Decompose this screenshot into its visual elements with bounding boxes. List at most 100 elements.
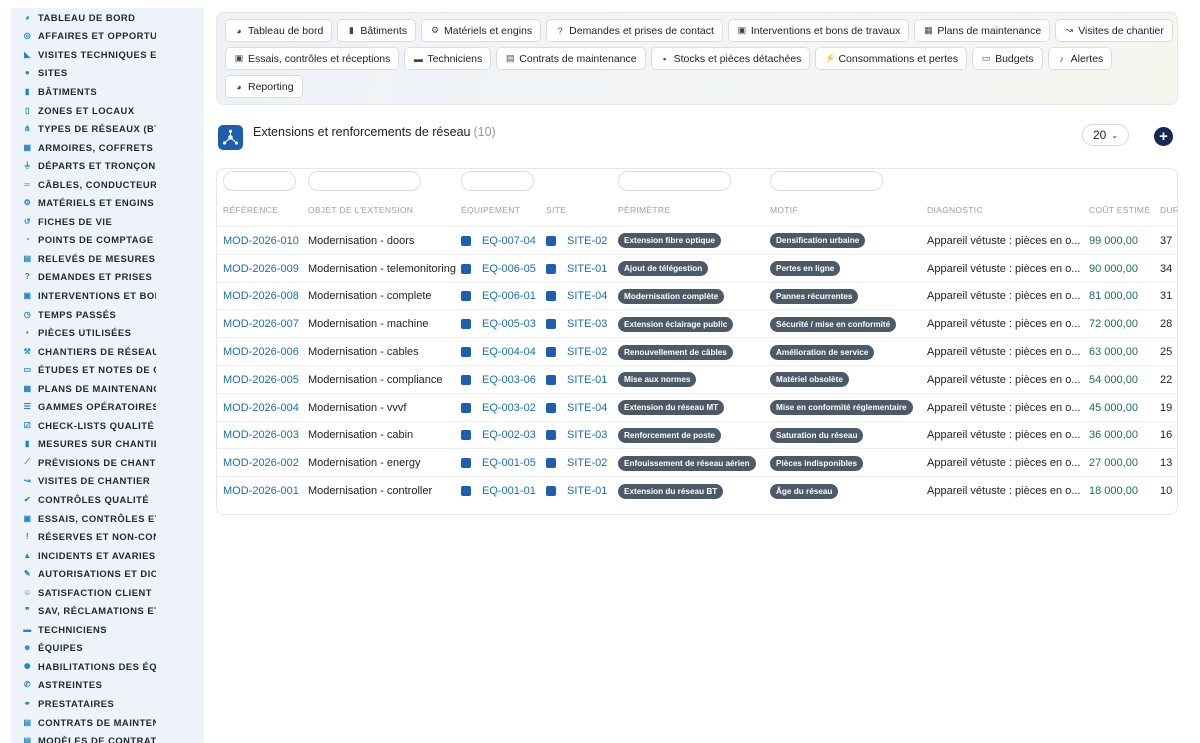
module-nav-button[interactable]: ⚡ Consommations et pertes xyxy=(815,47,968,70)
sidebar-item[interactable]: ▯ ZONES ET LOCAUX xyxy=(11,101,204,120)
filter-reference-input[interactable] xyxy=(223,171,296,191)
table-row[interactable]: MOD-2026-004 Modernisation - vvvf EQ-003-0… xyxy=(217,392,1177,422)
sidebar-item[interactable]: ▦ PLANS DE MAINTENANCE xyxy=(11,379,204,398)
site-value[interactable]: SITE-01 xyxy=(567,485,607,497)
reference-value[interactable]: MOD-2026-002 xyxy=(223,457,299,469)
add-record-button[interactable]: + xyxy=(1154,127,1173,146)
sidebar-item[interactable]: ▮ BÂTIMENTS xyxy=(11,82,204,101)
cell-equipement[interactable]: EQ-002-03 xyxy=(461,422,546,450)
cell-reference[interactable]: MOD-2026-006 xyxy=(223,338,303,366)
sidebar-item[interactable]: ⋔ TYPES DE RÉSEAUX (BT / HTA) xyxy=(11,119,204,138)
reference-value[interactable]: MOD-2026-009 xyxy=(223,263,299,275)
col-reference[interactable]: RÉFÉRENCE xyxy=(223,205,278,215)
filter-equipement-input[interactable] xyxy=(461,171,534,191)
site-value[interactable]: SITE-03 xyxy=(567,318,607,330)
cell-site[interactable]: SITE-03 xyxy=(546,310,616,338)
site-value[interactable]: SITE-04 xyxy=(567,290,607,302)
cell-site[interactable]: SITE-02 xyxy=(546,227,616,255)
sidebar-item[interactable]: ⏚ DÉPARTS ET TRONÇONS xyxy=(11,156,204,175)
sidebar-item[interactable]: ● SITES xyxy=(11,64,204,83)
cell-equipement[interactable]: EQ-003-02 xyxy=(461,394,546,422)
sidebar-item[interactable]: ▤ CONTRATS DE MAINTENANCE xyxy=(11,713,204,732)
reference-value[interactable]: MOD-2026-008 xyxy=(223,290,299,302)
cell-equipement[interactable]: EQ-001-01 xyxy=(461,477,546,505)
cell-equipement[interactable]: EQ-006-01 xyxy=(461,283,546,311)
sidebar-item[interactable]: ▲ INCIDENTS ET AVARIES xyxy=(11,546,204,565)
col-equipement[interactable]: ÉQUIPEMENT xyxy=(461,205,520,215)
table-row[interactable]: MOD-2026-006 Modernisation - cables EQ-004… xyxy=(217,337,1177,365)
module-nav-button[interactable]: ↝ Visites de chantier xyxy=(1055,19,1173,42)
sidebar-item[interactable]: ✔ CONTRÔLES QUALITÉ xyxy=(11,490,204,509)
module-nav-button[interactable]: ▬ Techniciens xyxy=(404,47,492,70)
cell-site[interactable]: SITE-04 xyxy=(546,283,616,311)
sidebar-item[interactable]: ⟋ PRÉVISIONS DE CHANTIER xyxy=(11,453,204,472)
sidebar-item[interactable]: ! RÉSERVES ET NON-CONFORMITÉS xyxy=(11,527,204,546)
reference-value[interactable]: MOD-2026-007 xyxy=(223,318,299,330)
sidebar-item[interactable]: ▭ ÉTUDES ET NOTES DE CALCUL xyxy=(11,360,204,379)
site-value[interactable]: SITE-02 xyxy=(567,457,607,469)
cell-equipement[interactable]: EQ-006-05 xyxy=(461,255,546,283)
module-nav-button[interactable]: ◕ Tableau de bord xyxy=(225,19,333,42)
module-nav-button[interactable]: ▣ Interventions et bons de travaux xyxy=(727,19,910,42)
sidebar-item[interactable]: ☑ CHECK-LISTS QUALITÉ xyxy=(11,416,204,435)
sidebar-item[interactable]: ⚙ MATÉRIELS ET ENGINS xyxy=(11,193,204,212)
table-row[interactable]: MOD-2026-003 Modernisation - cabin EQ-002-… xyxy=(217,420,1177,450)
site-value[interactable]: SITE-03 xyxy=(567,429,607,441)
cell-reference[interactable]: MOD-2026-004 xyxy=(223,394,303,422)
col-duree[interactable]: DURÉE xyxy=(1160,205,1177,215)
equipement-value[interactable]: EQ-004-04 xyxy=(482,346,536,358)
reference-value[interactable]: MOD-2026-003 xyxy=(223,429,299,441)
cell-reference[interactable]: MOD-2026-010 xyxy=(223,227,303,255)
sidebar-item[interactable]: ⚒ CHANTIERS DE RÉSEAUX xyxy=(11,342,204,361)
sidebar-item[interactable]: ▣ INTERVENTIONS ET BONS DE TRAVAUX xyxy=(11,286,204,305)
cell-equipement[interactable]: EQ-005-03 xyxy=(461,310,546,338)
equipement-value[interactable]: EQ-002-03 xyxy=(482,429,536,441)
sidebar-item[interactable]: ⚭ PRESTATAIRES xyxy=(11,694,204,713)
module-nav-button[interactable]: ▭ Budgets xyxy=(972,47,1043,70)
table-row[interactable]: MOD-2026-005 Modernisation - compliance EQ… xyxy=(217,364,1177,394)
equipement-value[interactable]: EQ-001-05 xyxy=(482,457,536,469)
equipement-value[interactable]: EQ-007-04 xyxy=(482,235,536,247)
cell-site[interactable]: SITE-03 xyxy=(546,422,616,450)
module-nav-button[interactable]: ◕ Reporting xyxy=(225,75,303,98)
cell-reference[interactable]: MOD-2026-003 xyxy=(223,422,303,450)
cell-reference[interactable]: MOD-2026-008 xyxy=(223,283,303,311)
sidebar-item[interactable]: ✆ ASTREINTES xyxy=(11,676,204,695)
sidebar-item[interactable]: ◷ TEMPS PASSÉS xyxy=(11,305,204,324)
sidebar-item[interactable]: ▬ TECHNICIENS xyxy=(11,620,204,639)
equipement-value[interactable]: EQ-006-01 xyxy=(482,290,536,302)
site-value[interactable]: SITE-02 xyxy=(567,235,607,247)
reference-value[interactable]: MOD-2026-001 xyxy=(223,485,299,497)
sidebar-item[interactable]: ↝ VISITES DE CHANTIER xyxy=(11,472,204,491)
cell-reference[interactable]: MOD-2026-001 xyxy=(223,477,303,505)
sidebar-item[interactable]: ↺ FICHES DE VIE xyxy=(11,212,204,231)
reference-value[interactable]: MOD-2026-004 xyxy=(223,402,299,414)
sidebar-item[interactable]: ☻ ÉQUIPES xyxy=(11,639,204,658)
equipement-value[interactable]: EQ-005-03 xyxy=(482,318,536,330)
sidebar-item[interactable]: ▪ PIÈCES UTILISÉES xyxy=(11,323,204,342)
cell-equipement[interactable]: EQ-003-06 xyxy=(461,366,546,394)
module-nav-button[interactable]: ▮ Bâtiments xyxy=(337,19,416,42)
table-row[interactable]: MOD-2026-008 Modernisation - complete EQ-0… xyxy=(217,281,1177,311)
table-row[interactable]: MOD-2026-001 Modernisation - controller EQ… xyxy=(217,476,1177,504)
sidebar-item[interactable]: ▮ MESURES SUR CHANTIER xyxy=(11,435,204,454)
sidebar-item[interactable]: ◎ AFFAIRES ET OPPORTUNITÉS xyxy=(11,27,204,46)
equipement-value[interactable]: EQ-001-01 xyxy=(482,485,536,497)
table-row[interactable]: MOD-2026-002 Modernisation - energy EQ-001… xyxy=(217,448,1177,476)
sidebar-item[interactable]: ▦ ARMOIRES, COFFRETS ET TABLEAUX xyxy=(11,138,204,157)
sidebar-item[interactable]: ◔ POINTS DE COMPTAGE ET MESURE xyxy=(11,231,204,250)
equipement-value[interactable]: EQ-003-02 xyxy=(482,402,536,414)
sidebar-item[interactable]: ✺ HABILITATIONS DES ÉQUIPES xyxy=(11,657,204,676)
cell-reference[interactable]: MOD-2026-002 xyxy=(223,449,303,477)
sidebar-item[interactable]: ═ CÂBLES, CONDUCTEURS xyxy=(11,175,204,194)
cell-equipement[interactable]: EQ-007-04 xyxy=(461,227,546,255)
filter-perimetre-input[interactable] xyxy=(618,171,731,191)
cell-reference[interactable]: MOD-2026-009 xyxy=(223,255,303,283)
col-site[interactable]: SITE xyxy=(546,205,566,215)
module-nav-button[interactable]: ▣ Essais, contrôles et réceptions xyxy=(225,47,400,70)
table-row[interactable]: MOD-2026-010 Modernisation - doors EQ-007-… xyxy=(217,226,1177,254)
reference-value[interactable]: MOD-2026-010 xyxy=(223,235,299,247)
cell-site[interactable]: SITE-02 xyxy=(546,338,616,366)
col-diagnostic[interactable]: DIAGNOSTIC xyxy=(927,205,983,215)
sidebar-item[interactable]: ✎ AUTORISATIONS ET DICT xyxy=(11,564,204,583)
